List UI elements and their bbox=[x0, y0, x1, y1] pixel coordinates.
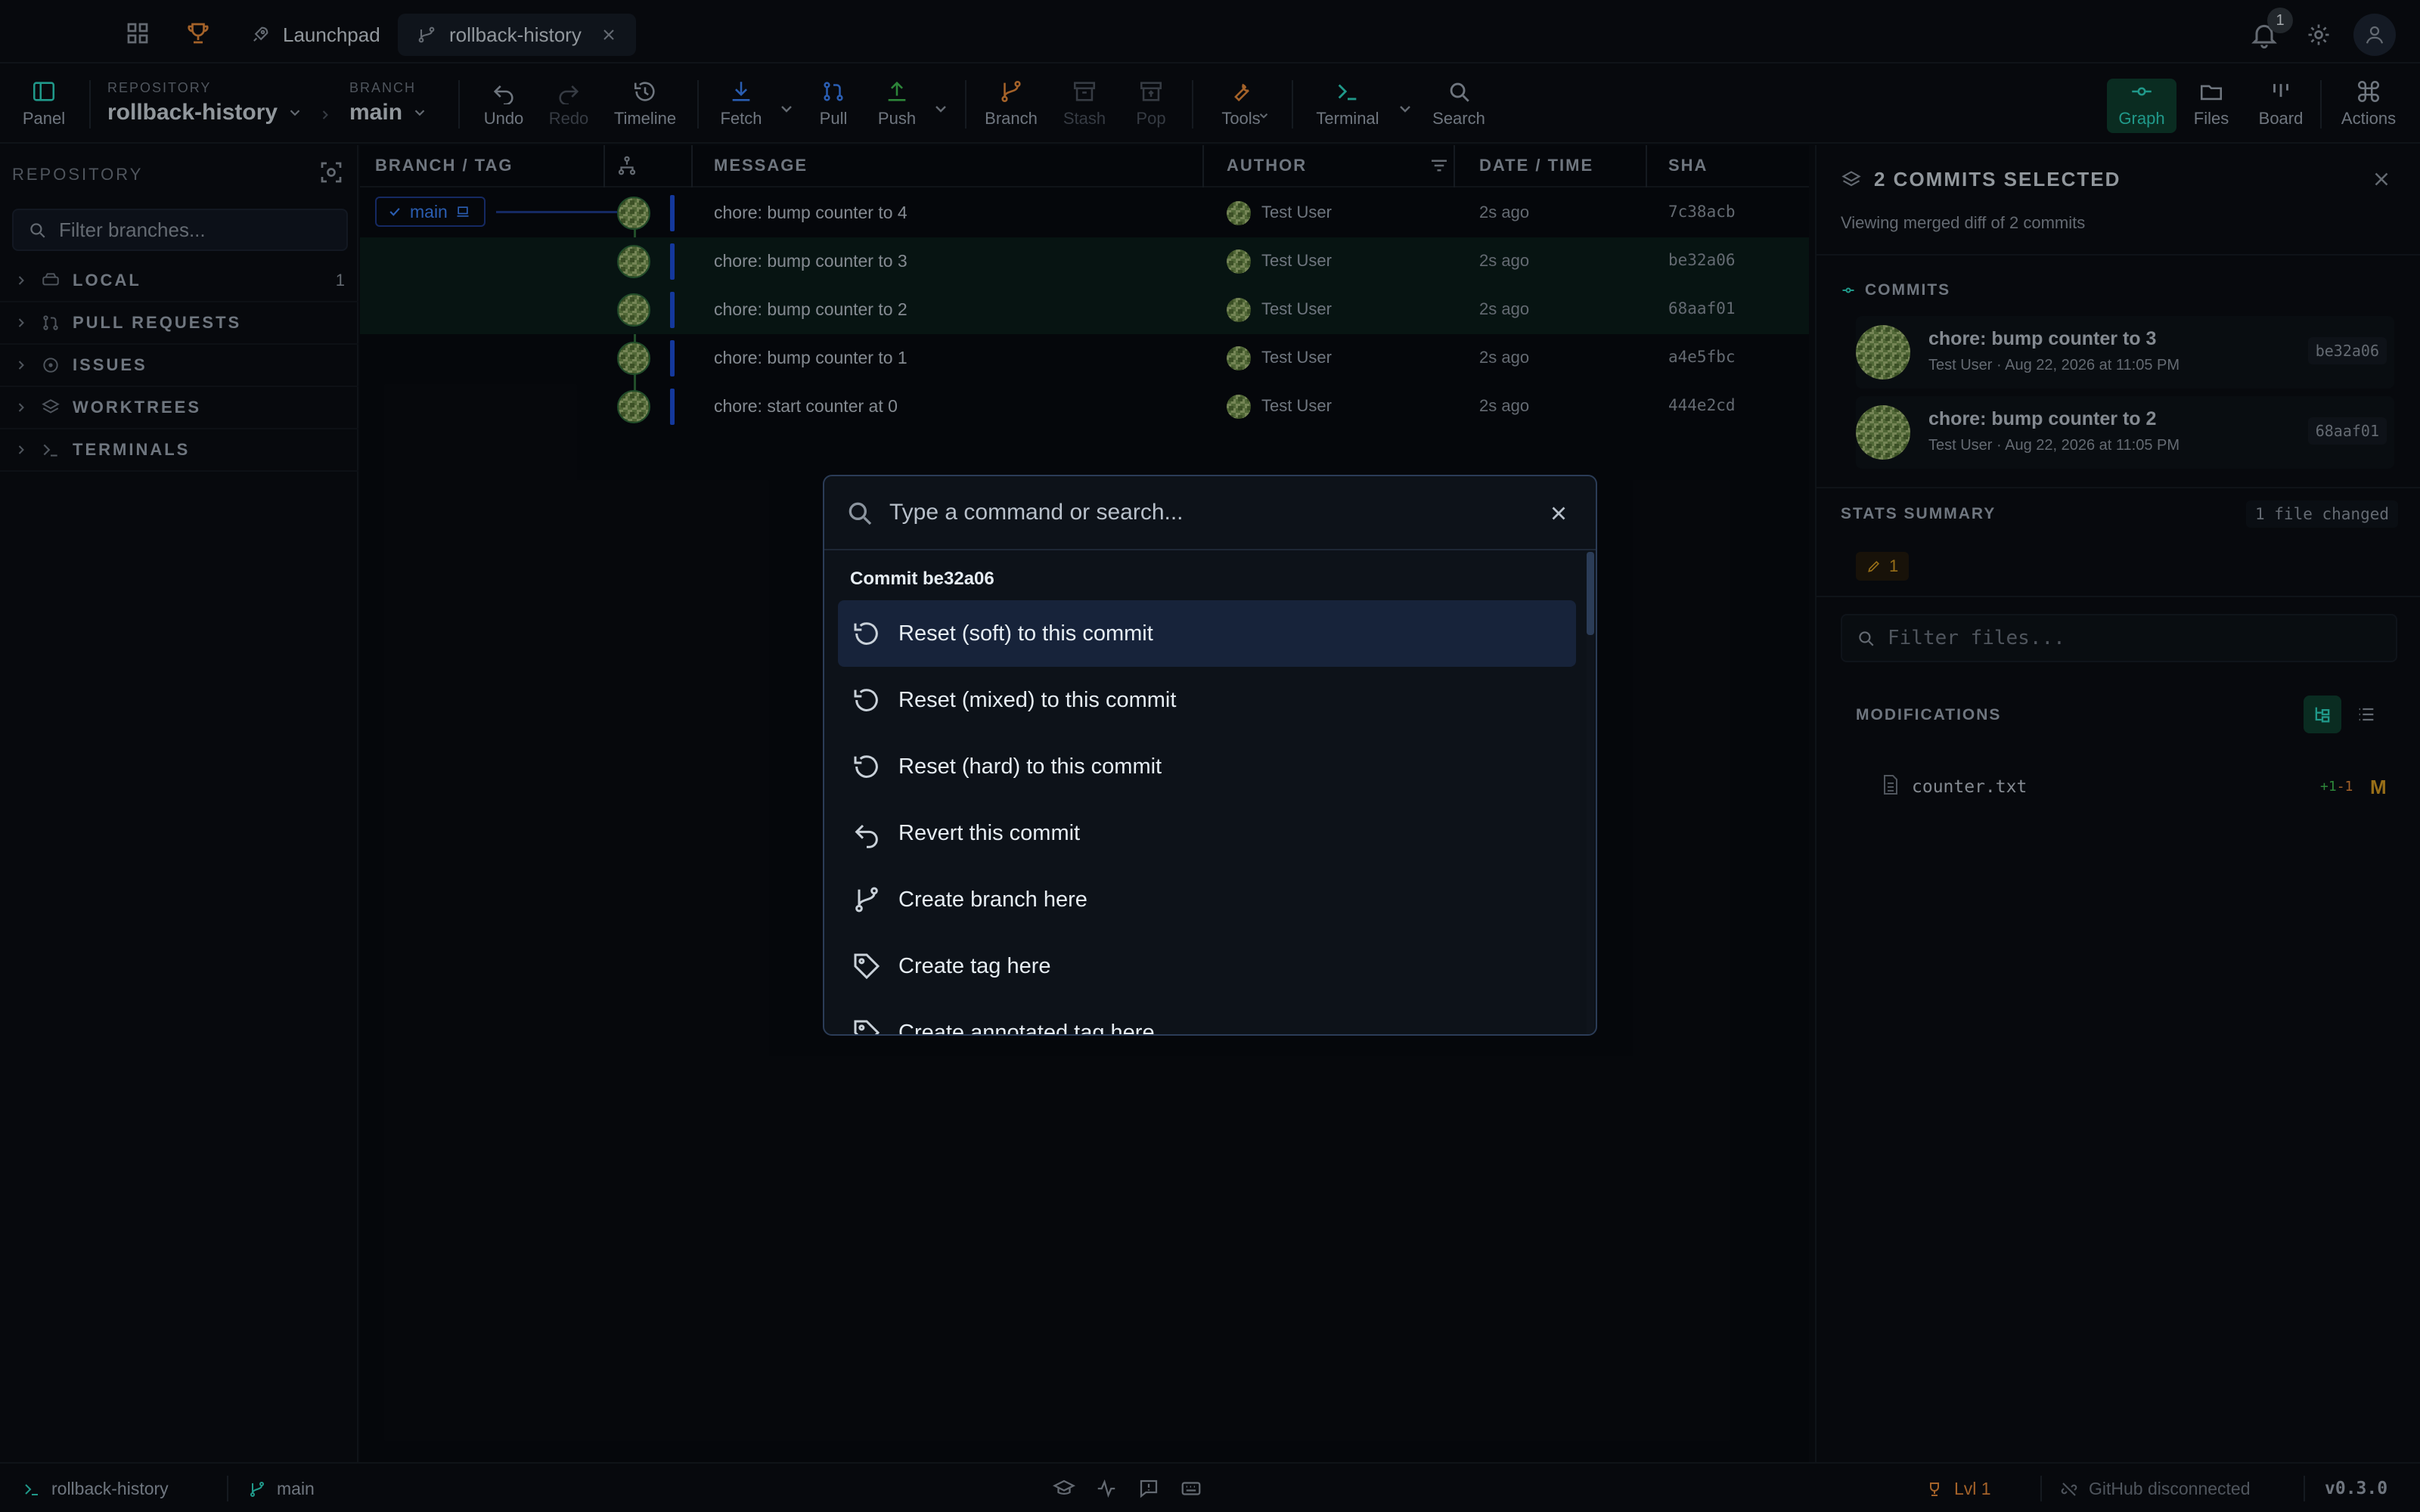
command-palette: Commit be32a06 Reset (soft) to this comm… bbox=[823, 475, 1597, 1036]
command-label: Reset (hard) to this commit bbox=[898, 754, 1162, 779]
command-search-input[interactable] bbox=[889, 500, 1540, 525]
command-revert[interactable]: Revert this commit bbox=[838, 800, 1576, 866]
reset-icon bbox=[852, 618, 882, 649]
command-reset-soft[interactable]: Reset (soft) to this commit bbox=[838, 600, 1576, 667]
close-icon[interactable] bbox=[1547, 502, 1570, 525]
tag-icon bbox=[852, 1018, 882, 1034]
tag-icon bbox=[852, 951, 882, 981]
search-icon bbox=[844, 497, 874, 528]
command-reset-mixed[interactable]: Reset (mixed) to this commit bbox=[838, 667, 1576, 733]
reset-icon bbox=[852, 685, 882, 715]
command-create-branch[interactable]: Create branch here bbox=[838, 866, 1576, 933]
reset-icon bbox=[852, 751, 882, 782]
branch-icon bbox=[852, 885, 882, 915]
palette-scrollbar-thumb[interactable] bbox=[1587, 552, 1594, 635]
palette-scrollbar[interactable] bbox=[1587, 552, 1594, 1034]
command-create-tag[interactable]: Create tag here bbox=[838, 933, 1576, 999]
command-create-annotated-tag[interactable]: Create annotated tag here bbox=[838, 999, 1576, 1036]
command-reset-hard[interactable]: Reset (hard) to this commit bbox=[838, 733, 1576, 800]
command-label: Reset (soft) to this commit bbox=[898, 621, 1153, 646]
command-label: Create tag here bbox=[898, 953, 1051, 978]
command-label: Create branch here bbox=[898, 887, 1087, 912]
command-label: Reset (mixed) to this commit bbox=[898, 687, 1177, 712]
command-label: Revert this commit bbox=[898, 820, 1081, 845]
command-group-label: Commit be32a06 bbox=[850, 569, 994, 589]
command-label: Create annotated tag here bbox=[898, 1020, 1155, 1036]
undo-arrow-icon bbox=[852, 818, 882, 848]
command-search-bar bbox=[824, 476, 1596, 550]
